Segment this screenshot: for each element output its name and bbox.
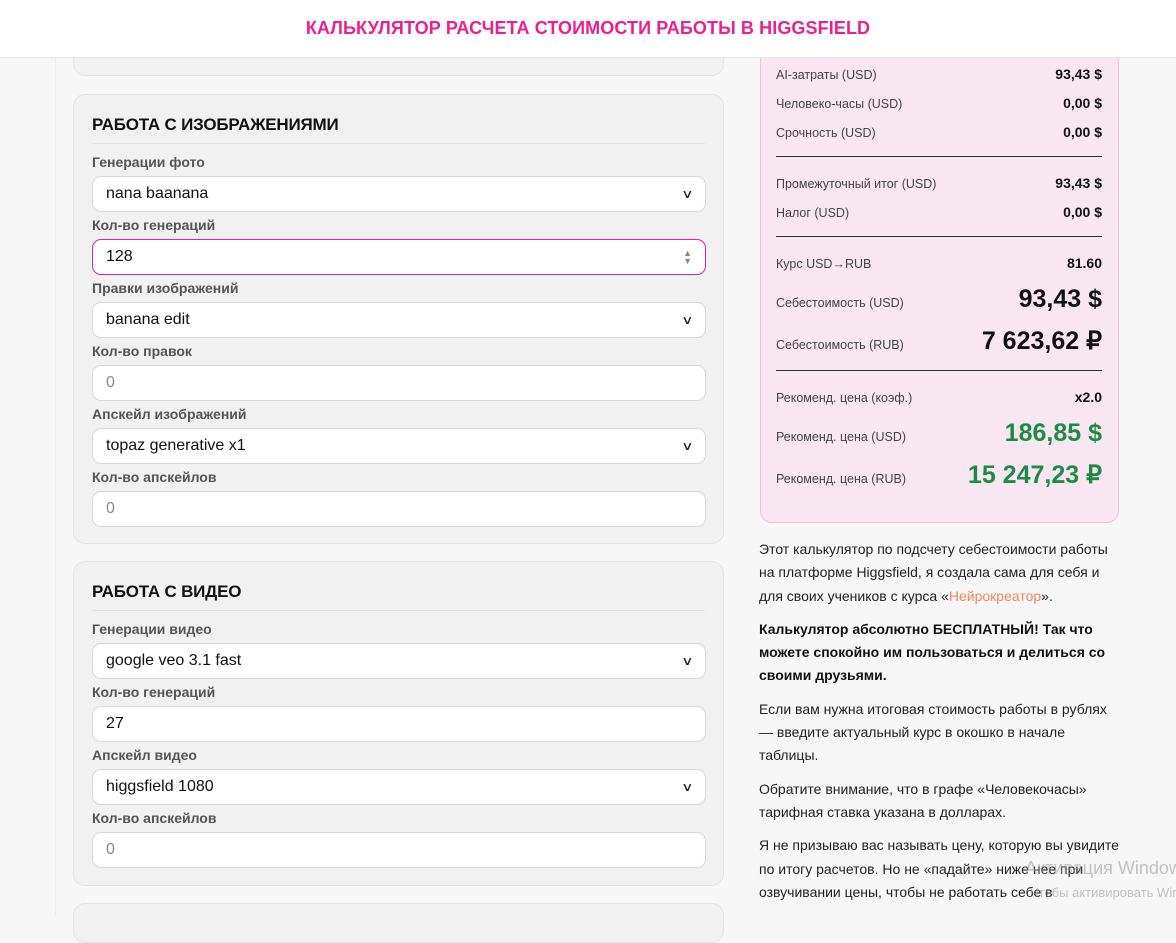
input-value: 27 [106, 715, 124, 732]
images-section: РАБОТА С ИЗОБРАЖЕНИЯМИ Генерации фото na… [73, 94, 724, 544]
course-link[interactable]: Нейрокреатор [949, 588, 1041, 604]
image-upscale-select[interactable]: topaz generative x1 ∨ [92, 428, 706, 464]
input-value: 128 [106, 248, 133, 265]
field-label: Апскейл видео [92, 747, 197, 763]
field-label: Правки изображений [92, 280, 239, 296]
paragraph: Если вам нужна итоговая стоимость работы… [759, 700, 1107, 764]
field-label: Генерации фото [92, 154, 205, 170]
chevron-down-icon: ∨ [681, 313, 694, 327]
chevron-down-icon: ∨ [681, 780, 694, 794]
chevron-down-icon: ∨ [681, 654, 694, 668]
image-edit-select[interactable]: banana edit ∨ [92, 302, 706, 338]
form-column: РАБОТА С ИЗОБРАЖЕНИЯМИ Генерации фото na… [55, 38, 740, 943]
photo-generation-count-input[interactable]: 128 ▲ ▼ [92, 239, 706, 275]
select-value: higgsfield 1080 [106, 778, 214, 795]
input-placeholder: 0 [106, 841, 115, 858]
field-label: Апскейл изображений [92, 406, 247, 422]
paragraph-free: Калькулятор абсолютно БЕСПЛАТНЫЙ! Так чт… [759, 620, 1106, 684]
summary-row-price-usd: Рекоменд. цена (USD) 186,85 $ [776, 419, 1102, 447]
field-label: Кол-во правок [92, 343, 192, 359]
spinner-icon[interactable]: ▲ ▼ [683, 249, 692, 266]
summary-row-subtotal: Промежуточный итог (USD) 93,43 $ [776, 175, 1102, 191]
input-placeholder: 0 [106, 374, 115, 391]
page-header: КАЛЬКУЛЯТОР РАСЧЕТА СТОИМОСТИ РАБОТЫ В H… [0, 0, 1176, 58]
summary-row-hours: Человеко-часы (USD) 0,00 $ [776, 95, 1102, 111]
video-section: РАБОТА С ВИДЕО Генерации видео google ve… [73, 561, 724, 886]
field-label: Кол-во апскейлов [92, 469, 217, 485]
page-title: КАЛЬКУЛЯТОР РАСЧЕТА СТОИМОСТИ РАБОТЫ В H… [305, 18, 871, 38]
paragraph: Этот калькулятор по подсчету себестоимос… [759, 541, 1108, 604]
photo-generation-select[interactable]: nana baanana ∨ [92, 176, 706, 212]
section-title: РАБОТА С ВИДЕО [92, 562, 705, 611]
windows-activation-watermark-sub: Чтобы активировать Windows [1030, 885, 1176, 900]
summary-row-price-rub: Рекоменд. цена (RUB) 15 247,23 ₽ [776, 461, 1102, 489]
summary-row-ai: AI-затраты (USD) 93,43 $ [776, 66, 1102, 82]
video-generation-count-input[interactable]: 27 [92, 706, 706, 742]
field-label: Кол-во генераций [92, 217, 216, 233]
select-value: banana edit [106, 311, 190, 328]
video-upscale-count-input[interactable]: 0 [92, 832, 706, 868]
summary-row-rate: Курс USD→RUB 81.60 [776, 255, 1102, 271]
edit-count-input[interactable]: 0 [92, 365, 706, 401]
chevron-down-icon: ∨ [681, 439, 694, 453]
next-section-card [73, 903, 724, 943]
paragraph: Обратите внимание, что в графе «Человеко… [759, 780, 1087, 820]
divider [776, 370, 1102, 371]
chevron-down-icon: ∨ [681, 187, 694, 201]
video-upscale-select[interactable]: higgsfield 1080 ∨ [92, 769, 706, 805]
summary-row-urgency: Срочность (USD) 0,00 $ [776, 124, 1102, 140]
summary-panel: AI-затраты (USD) 93,43 $ Человеко-часы (U… [760, 40, 1119, 523]
input-placeholder: 0 [106, 500, 115, 517]
windows-activation-watermark: Активация Windows [1025, 858, 1176, 878]
summary-row-coef: Рекоменд. цена (коэф.) x2.0 [776, 389, 1102, 405]
summary-row-cost-usd: Себестоимость (USD) 93,43 $ [776, 285, 1102, 313]
field-label: Генерации видео [92, 621, 212, 637]
video-generation-select[interactable]: google veo 3.1 fast ∨ [92, 643, 706, 679]
image-upscale-count-input[interactable]: 0 [92, 491, 706, 527]
divider [776, 236, 1102, 237]
summary-row-tax: Налог (USD) 0,00 $ [776, 204, 1102, 220]
summary-row-cost-rub: Себестоимость (RUB) 7 623,62 ₽ [776, 327, 1102, 355]
field-label: Кол-во генераций [92, 684, 216, 700]
field-label: Кол-во апскейлов [92, 810, 217, 826]
section-title: РАБОТА С ИЗОБРАЖЕНИЯМИ [92, 95, 705, 144]
divider [776, 156, 1102, 157]
select-value: topaz generative x1 [106, 437, 246, 454]
select-value: nana baanana [106, 185, 209, 202]
select-value: google veo 3.1 fast [106, 652, 242, 669]
